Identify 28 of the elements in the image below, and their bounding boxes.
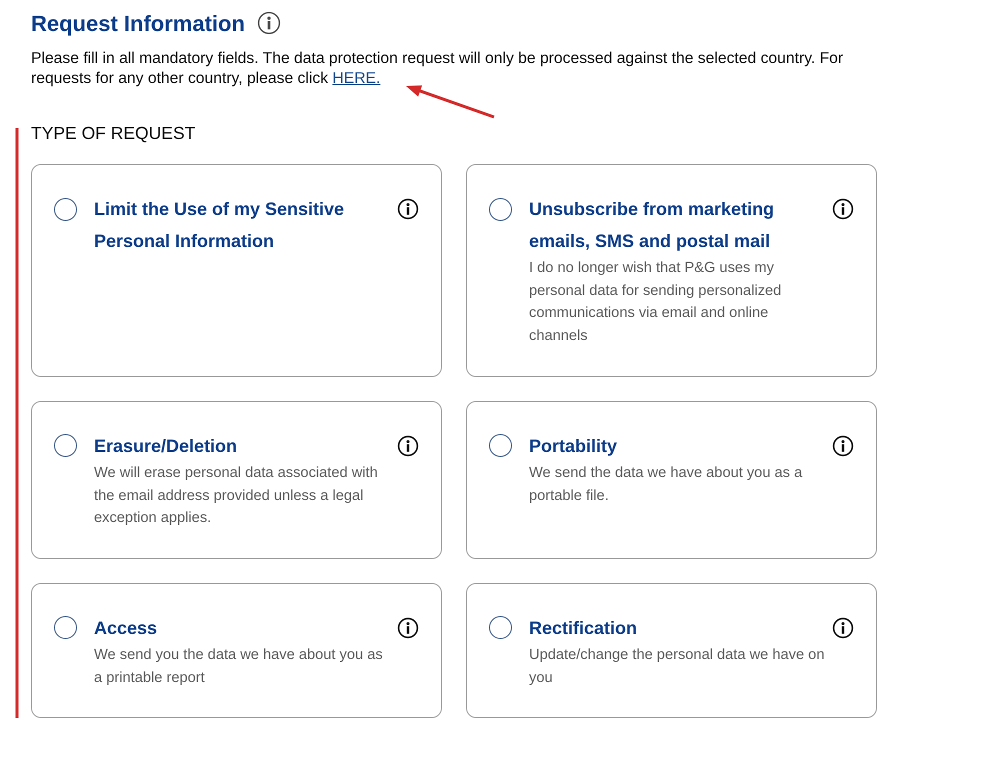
option-title: Unsubscribe from marketing emails, SMS and postal mail <box>529 198 776 253</box>
option-title: Rectification <box>529 616 638 640</box>
section-label: TYPE OF REQUEST <box>31 122 196 144</box>
radio-button[interactable] <box>489 198 512 220</box>
radio-button[interactable] <box>54 616 77 640</box>
info-icon[interactable] <box>397 198 419 220</box>
option-description: I do no longer wish that P&G uses my personal data for sending personalized communications via email and online channels <box>529 259 782 346</box>
here-link[interactable]: HERE. <box>332 70 380 87</box>
option-description: Update/change the personal data we have on you <box>529 646 826 688</box>
info-icon[interactable] <box>832 434 854 457</box>
info-icon[interactable] <box>397 616 419 639</box>
page-title: Request Information <box>31 10 245 38</box>
radio-button[interactable] <box>489 434 512 458</box>
option-title: Access <box>94 616 158 640</box>
option-description: We send you the data we have about you as a printable report <box>94 646 384 688</box>
info-icon[interactable] <box>832 198 854 220</box>
info-icon[interactable] <box>397 434 419 457</box>
option-description: We will erase personal data associated with the email address provided unless a legal exception applies. <box>94 464 379 528</box>
intro-paragraph: Please fill in all mandatory fields. The data protection request will only be processed against the selected country. For requests for any other country, please click HERE. <box>31 49 844 89</box>
option-description: We send the data we have about you as a portable file. <box>529 464 804 506</box>
info-icon[interactable] <box>256 11 281 35</box>
info-icon[interactable] <box>832 616 854 639</box>
radio-button[interactable] <box>54 198 77 220</box>
option-title: Limit the Use of my Sensitive Personal Information <box>94 198 346 253</box>
option-title: Erasure/Deletion <box>94 434 238 458</box>
radio-button[interactable] <box>54 434 77 458</box>
option-title: Portability <box>529 434 618 458</box>
radio-button[interactable] <box>489 616 512 640</box>
